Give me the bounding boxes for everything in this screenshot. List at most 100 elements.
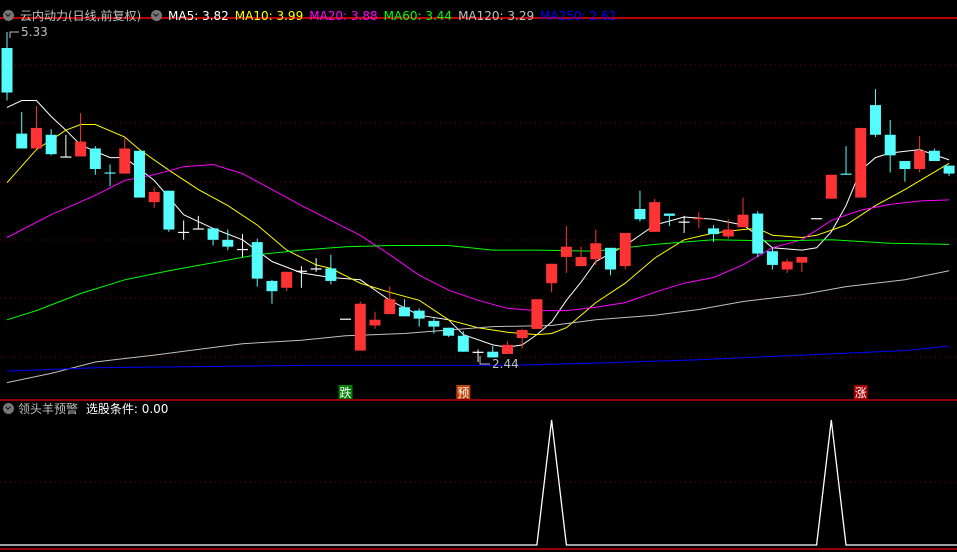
min-price-label: 2.44 <box>492 357 519 371</box>
candle-body <box>310 268 322 270</box>
candle-body <box>869 105 881 135</box>
candle-body <box>295 270 307 272</box>
candles <box>1 32 955 362</box>
candle <box>781 259 793 273</box>
candle-body <box>384 299 396 315</box>
candle-body <box>457 335 469 352</box>
candle <box>619 232 631 270</box>
candle <box>869 89 881 138</box>
candle <box>178 220 190 240</box>
candle-body <box>825 174 837 199</box>
candle <box>148 187 160 208</box>
candle <box>266 279 278 304</box>
candle <box>163 190 175 232</box>
candle-body <box>443 327 455 336</box>
candle <box>251 238 263 287</box>
candle-body <box>840 173 852 175</box>
candle <box>884 119 896 173</box>
candle-body <box>649 202 661 232</box>
candle-body <box>45 134 57 155</box>
candle <box>472 349 484 362</box>
candle <box>737 197 749 228</box>
indicator-line <box>0 419 957 546</box>
candle-body <box>708 228 720 235</box>
candle-body <box>605 247 617 270</box>
candle-body <box>192 228 204 230</box>
candle <box>811 218 823 220</box>
candle <box>840 146 852 175</box>
candle <box>722 219 734 239</box>
candle-body <box>281 271 293 288</box>
candle-body <box>251 242 263 279</box>
candle <box>501 341 513 355</box>
candle <box>295 266 307 288</box>
candle-body <box>60 156 72 158</box>
candle-body <box>531 299 543 329</box>
candle-body <box>634 208 646 220</box>
candle-body <box>354 303 366 351</box>
candle <box>693 212 705 229</box>
candle <box>487 346 499 358</box>
candle <box>649 198 661 232</box>
candle <box>634 190 646 222</box>
max-price-pointer <box>9 31 19 38</box>
max-price-label: 5.33 <box>21 25 48 39</box>
candle <box>369 311 381 329</box>
candle <box>531 299 543 329</box>
candle <box>413 308 425 327</box>
candle-body <box>148 191 160 203</box>
candle <box>1 32 13 101</box>
candle <box>45 129 57 156</box>
candle <box>796 256 808 272</box>
candle-body <box>943 165 955 174</box>
candle-body <box>560 246 572 257</box>
candle-body <box>752 213 764 254</box>
candle <box>192 215 204 230</box>
candle-body <box>1 47 13 93</box>
candle <box>281 271 293 292</box>
candle-body <box>693 218 705 220</box>
candle <box>16 111 28 149</box>
candle-body <box>663 213 675 216</box>
candle-body <box>237 248 249 251</box>
candle-body <box>266 280 278 292</box>
candle <box>104 164 116 187</box>
candle-body <box>546 263 558 284</box>
candle-body <box>413 310 425 319</box>
candle-body <box>501 344 513 355</box>
candle <box>914 135 926 173</box>
candle <box>207 228 219 246</box>
candle-body <box>119 148 131 174</box>
candle <box>60 134 72 158</box>
candlestick-chart[interactable]: 5.33 2.44 跌 预 涨 <box>0 0 957 552</box>
candle <box>855 127 867 198</box>
candle-body <box>222 239 234 247</box>
candle-body <box>928 150 940 162</box>
candle <box>825 174 837 199</box>
signal-label: 涨 <box>855 385 867 400</box>
candle-body <box>575 256 587 267</box>
candle <box>310 258 322 272</box>
candle <box>943 165 955 176</box>
candle <box>443 327 455 337</box>
candle-body <box>737 214 749 228</box>
candle-body <box>516 330 528 339</box>
candle-body <box>722 229 734 237</box>
candle-body <box>678 221 690 223</box>
candle <box>605 247 617 276</box>
ma-line-ma60 <box>6 239 950 321</box>
candle-body <box>163 190 175 230</box>
candle-body <box>472 351 484 353</box>
candle <box>575 246 587 267</box>
candle <box>133 150 145 198</box>
candle <box>30 106 42 149</box>
ma-line-ma20 <box>6 163 950 312</box>
candle-body <box>30 127 42 149</box>
candle-body <box>428 320 440 327</box>
candle-body <box>398 307 410 317</box>
candle-body <box>781 261 793 270</box>
candle-body <box>796 256 808 263</box>
candle <box>546 263 558 293</box>
candle <box>928 148 940 162</box>
candle <box>752 211 764 257</box>
